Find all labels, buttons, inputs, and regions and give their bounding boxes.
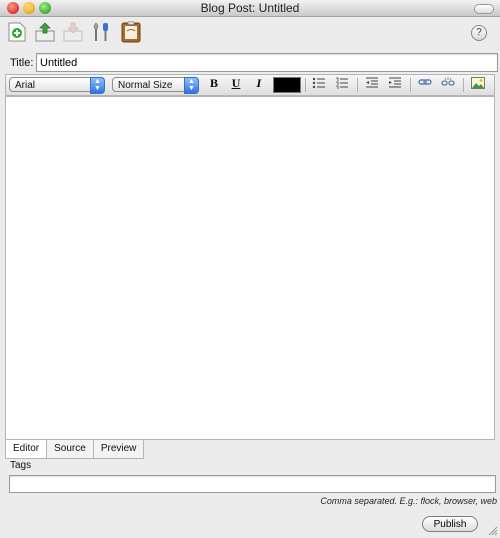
select-arrows-icon: ▲ ▼ — [90, 77, 105, 94]
settings-button[interactable] — [90, 21, 112, 43]
new-post-icon — [8, 22, 26, 42]
tags-label: Tags — [10, 460, 32, 471]
underline-button[interactable]: U — [227, 77, 245, 93]
upload-button[interactable] — [34, 21, 56, 43]
numbered-list-button[interactable] — [333, 77, 351, 93]
size-select-value: Normal Size — [118, 80, 173, 91]
settings-icon — [93, 22, 108, 41]
tab-editor[interactable]: Editor — [5, 440, 48, 459]
tab-preview[interactable]: Preview — [92, 440, 145, 459]
bold-button[interactable]: B — [205, 77, 223, 93]
image-icon — [471, 77, 485, 89]
upload-icon — [35, 22, 55, 42]
insert-link-button[interactable] — [416, 77, 434, 93]
new-post-button[interactable] — [6, 21, 28, 43]
italic-button[interactable]: I — [250, 77, 268, 93]
insert-image-button[interactable] — [469, 77, 487, 93]
post-editor[interactable] — [5, 96, 495, 440]
title-label: Title: — [10, 57, 34, 69]
toolbar-toggle-button[interactable] — [474, 4, 494, 14]
indent-icon — [389, 77, 401, 88]
bullet-list-button[interactable] — [310, 77, 328, 93]
select-arrows-icon: ▲ ▼ — [184, 77, 199, 94]
clipboard-button[interactable] — [120, 21, 142, 43]
text-color-button[interactable] — [273, 77, 301, 93]
tags-hint: Comma separated. E.g.: flock, browser, w… — [320, 496, 497, 506]
clipboard-icon — [121, 21, 141, 43]
separator — [410, 78, 411, 92]
link-icon — [418, 79, 432, 85]
separator — [357, 78, 358, 92]
editor-tabs: Editor Source Preview — [5, 440, 145, 459]
remove-link-button[interactable] — [439, 77, 457, 93]
size-select[interactable]: Normal Size ▲ ▼ — [112, 77, 199, 94]
unlink-icon — [441, 77, 455, 86]
tags-input[interactable] — [9, 475, 496, 493]
help-button[interactable]: ? — [471, 25, 487, 41]
outdent-icon — [366, 77, 378, 88]
numbered-list-icon — [336, 77, 348, 89]
download-icon — [63, 22, 83, 42]
separator — [305, 78, 306, 92]
separator — [463, 78, 464, 92]
blog-post-window: Blog Post: Untitled ? Title: Untitled Ar… — [0, 0, 500, 538]
outdent-button[interactable] — [363, 77, 381, 93]
title-bar[interactable]: Blog Post: Untitled — [0, 0, 500, 17]
main-toolbar: ? — [0, 17, 500, 47]
title-input[interactable] — [36, 53, 498, 72]
download-button[interactable] — [62, 21, 84, 43]
publish-button[interactable]: Publish — [422, 516, 478, 532]
bullet-list-icon — [312, 77, 325, 89]
resize-grip-icon[interactable] — [488, 526, 498, 536]
window-title: Blog Post: Untitled — [200, 1, 300, 15]
font-select[interactable]: Arial ▲ ▼ — [9, 77, 105, 94]
font-select-value: Arial — [15, 80, 36, 91]
formatting-toolbar: Arial ▲ ▼ Normal Size ▲ ▼ B U I — [5, 74, 495, 96]
indent-button[interactable] — [386, 77, 404, 93]
tab-source[interactable]: Source — [46, 440, 94, 459]
